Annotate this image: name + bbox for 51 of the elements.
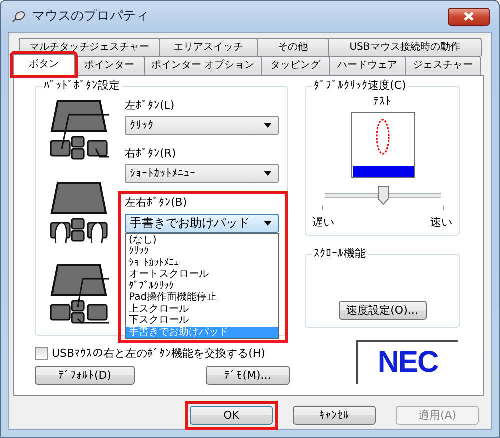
test-area-drawing[interactable] [350, 112, 414, 178]
dropdown-option[interactable]: 上スクロール [126, 304, 278, 316]
dialog-button[interactable]: OK [190, 406, 273, 425]
caret-icon [264, 220, 272, 226]
group-title: ﾀﾞﾌﾞﾙｸﾘｯｸ速度(C) [312, 79, 408, 92]
tab[interactable]: ボタン [13, 54, 75, 75]
dialog-button[interactable]: ｷｬﾝｾﾙ [293, 406, 376, 425]
group-title: ｽｸﾛｰﾙ機能 [312, 247, 368, 260]
right-button-dropdown[interactable]: ｼｮｰﾄｶｯﾄﾒﾆｭｰ [125, 164, 279, 184]
combo-value: ｼｮｰﾄｶｯﾄﾒﾆｭｰ [130, 167, 196, 180]
dropdown-option[interactable]: 下スクロール [126, 315, 278, 327]
tab[interactable]: ポインター オプション [144, 56, 262, 75]
dropdown-option[interactable]: ﾀﾞﾌﾞﾙｸﾘｯｸ [126, 280, 278, 292]
combo-label: 左ﾎﾞﾀﾝ(L) [125, 99, 176, 112]
slow-label: 遅い [312, 216, 334, 230]
slider-thumb[interactable] [378, 186, 388, 206]
touchpad-drawing [50, 181, 110, 243]
combo-value: 手書きでお助けパッド [130, 216, 250, 230]
test-label: ﾃｽﾄ [374, 95, 392, 108]
caret-icon [264, 123, 272, 128]
dialog-button[interactable]: ﾃﾞﾌｫﾙﾄ(D) [35, 366, 135, 386]
tab[interactable]: タッピング [261, 56, 330, 75]
tab[interactable]: エリアスイッチ [159, 38, 258, 56]
window-title: マウスのプロパティ [32, 8, 150, 24]
dropdown-option[interactable]: (なし) [126, 234, 278, 246]
dropdown-option[interactable]: Pad操作面機能停止 [126, 292, 278, 304]
group-title: ﾊﾟｯﾄﾞﾎﾞﾀﾝ設定 [42, 79, 122, 92]
dropdown-option[interactable]: オートスクロール [126, 269, 278, 281]
dropdown-option[interactable]: ｼｮｰﾄｶｯﾄﾒﾆｭｰ [126, 258, 278, 270]
checkbox[interactable] [35, 347, 48, 360]
touchpad-drawing [50, 99, 110, 161]
logo: NEC [356, 340, 458, 384]
tab[interactable]: ハードウェア [329, 56, 406, 75]
both-buttons-dropdown[interactable]: 手書きでお助けパッド [125, 214, 279, 233]
dropdown-option[interactable]: ｸﾘｯｸ [126, 246, 278, 258]
touchpad-drawing [50, 263, 110, 325]
tab[interactable]: USBマウス接続時の動作 [328, 38, 482, 56]
checkbox-label: USBﾏｳｽの右と左のﾎﾞﾀﾝ機能を交換する(H) [52, 347, 266, 360]
speed-settings-button[interactable]: 速度設定(O)... [338, 301, 426, 320]
close-icon [462, 11, 476, 22]
tab[interactable]: その他 [257, 38, 329, 56]
combo-label: 右ﾎﾞﾀﾝ(R) [125, 147, 178, 160]
fast-label: 速い [430, 216, 452, 230]
left-button-dropdown[interactable]: ｸﾘｯｸ [125, 116, 279, 136]
combo-value: ｸﾘｯｸ [130, 119, 154, 132]
tick-mark [442, 206, 444, 210]
combo-label: 左右ﾎﾞﾀﾝ(B) [125, 196, 188, 210]
tab[interactable]: ジェスチャー [405, 56, 481, 75]
caret-icon [264, 171, 272, 176]
dialog-button[interactable]: ﾃﾞﾓ(M)... [206, 366, 290, 386]
close-button[interactable] [448, 8, 490, 26]
